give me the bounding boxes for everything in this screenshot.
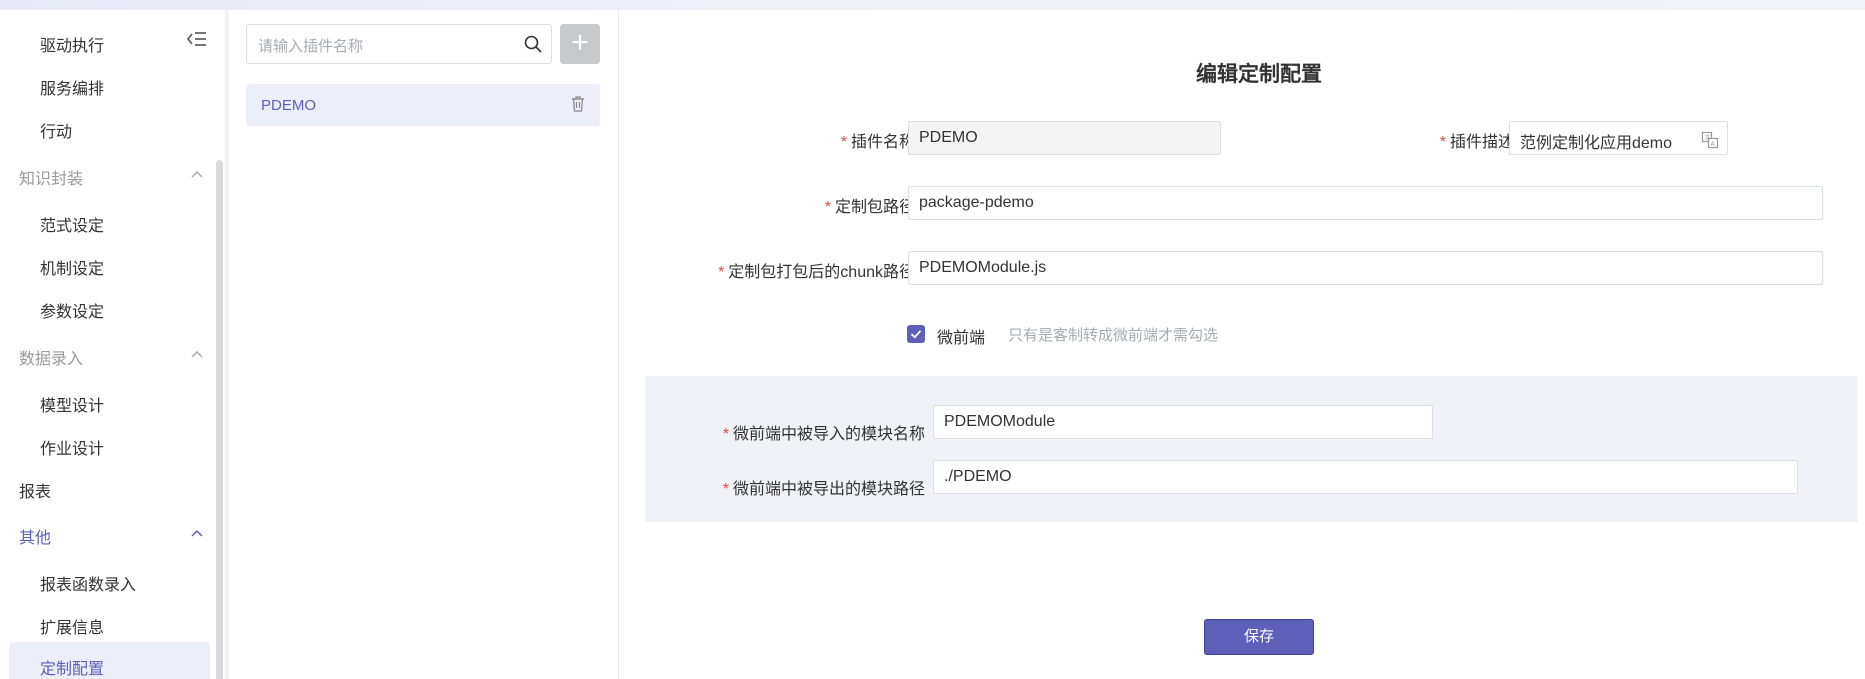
trash-icon[interactable] [570,95,586,113]
plugin-desc-label: * 插件描述 [1414,128,1514,152]
package-path-label: * 定制包路径 [780,193,915,217]
search-icon[interactable] [523,34,543,54]
micro-frontend-checkbox[interactable] [907,325,925,343]
sidebar-group-knowledge[interactable]: 知识封装 [19,165,204,189]
export-path-field[interactable]: ./PDEMO [933,460,1798,494]
sidebar-item-report-func-entry[interactable]: 报表函数录入 [40,571,136,595]
sidebar-scrollbar[interactable] [216,160,223,679]
micro-frontend-hint: 只有是客制转成微前端才需勾选 [1008,327,1219,344]
label-text: 微前端中被导入的模块名称 [732,426,925,443]
plugin-list-item[interactable]: PDEMO [246,84,600,126]
sidebar-group-label: 知识封装 [19,171,84,188]
plugin-desc-field[interactable]: 范例定制化应用demo 文A [1509,121,1728,155]
sidebar-item-action[interactable]: 行动 [40,118,72,142]
add-plugin-button[interactable]: + [560,24,600,64]
sidebar-nav: 驱动执行 服务编排 行动 知识封装 范式设定 机制设定 参数设定 数据录入 模型… [0,10,225,679]
import-module-field[interactable]: PDEMOModule [933,405,1433,439]
required-mark: * [824,199,831,216]
sidebar-group-label: 其他 [19,530,52,547]
sidebar-group-label: 数据录入 [19,351,84,368]
search-placeholder: 请输入插件名称 [258,38,364,55]
required-mark: * [722,426,729,443]
chunk-path-field[interactable]: PDEMOModule.js [908,251,1823,285]
sidebar-item-mechanism-setting[interactable]: 机制设定 [40,255,104,279]
sidebar-item-extension-info[interactable]: 扩展信息 [40,614,104,638]
label-text: 定制包打包后的chunk路径 [728,264,915,281]
export-path-label: * 微前端中被导出的模块路径 [670,475,925,499]
edit-config-form: 编辑定制配置 * 插件名称 PDEMO * 插件描述 范例定制化应用demo 文A … [620,10,1865,679]
sidebar-group-data-entry[interactable]: 数据录入 [19,345,204,369]
sidebar-item-paradigm-setting[interactable]: 范式设定 [40,212,104,236]
chevron-up-icon [191,529,203,537]
sidebar-item-drive-exec[interactable]: 驱动执行 [40,32,104,56]
save-button[interactable]: 保存 [1204,619,1314,655]
label-text: 插件名称 [850,134,915,151]
micro-frontend-section: * 微前端中被导入的模块名称 PDEMOModule * 微前端中被导出的模块路径 … [645,376,1858,522]
import-module-label: * 微前端中被导入的模块名称 [670,420,925,444]
page-title: 编辑定制配置 [1196,63,1322,86]
sidebar-group-other[interactable]: 其他 [19,524,204,548]
required-mark: * [840,134,847,151]
plugin-name-field[interactable]: PDEMO [908,121,1221,155]
sidebar-item-report[interactable]: 报表 [19,478,51,502]
translate-icon[interactable]: 文A [1701,131,1719,149]
label-text: 定制包路径 [834,199,915,216]
chunk-path-label: * 定制包打包后的chunk路径 [680,258,915,282]
top-strip [0,0,1865,10]
sidebar-item-model-design[interactable]: 模型设计 [40,392,104,416]
plugin-search-input[interactable]: 请输入插件名称 [246,24,552,64]
sidebar-item-custom-config[interactable]: 定制配置 [40,655,104,679]
sidebar-item-param-setting[interactable]: 参数设定 [40,298,104,322]
sidebar-item-job-design[interactable]: 作业设计 [40,435,104,459]
plugin-item-name: PDEMO [261,97,317,114]
plugin-list-panel: 请输入插件名称 + PDEMO [229,10,619,679]
required-mark: * [718,264,725,281]
micro-frontend-label[interactable]: 微前端 [937,324,985,348]
collapse-sidebar-icon[interactable] [186,28,208,50]
label-text: 微前端中被导出的模块路径 [732,481,925,498]
package-path-field[interactable]: package-pdemo [908,186,1823,220]
label-text: 插件描述 [1449,134,1514,151]
sidebar-item-service-orchestration[interactable]: 服务编排 [40,75,104,99]
required-mark: * [1439,134,1446,151]
chevron-up-icon [191,350,203,358]
check-icon [910,330,922,339]
plugin-desc-value: 范例定制化应用demo [1520,135,1673,152]
required-mark: * [722,481,729,498]
plugin-name-label: * 插件名称 [817,128,915,152]
plus-icon: + [571,26,589,59]
chevron-up-icon [191,170,203,178]
